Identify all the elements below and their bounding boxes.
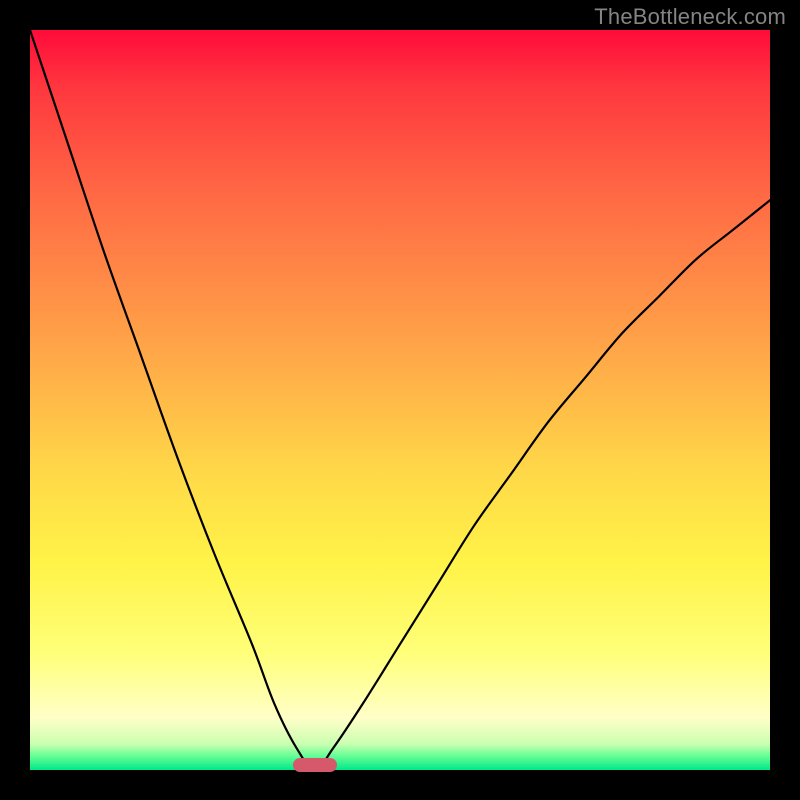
plot-area [30,30,770,770]
attribution-text: TheBottleneck.com [594,4,786,30]
bottleneck-curve [30,30,770,770]
optimum-marker [293,758,337,772]
chart-frame: TheBottleneck.com [0,0,800,800]
